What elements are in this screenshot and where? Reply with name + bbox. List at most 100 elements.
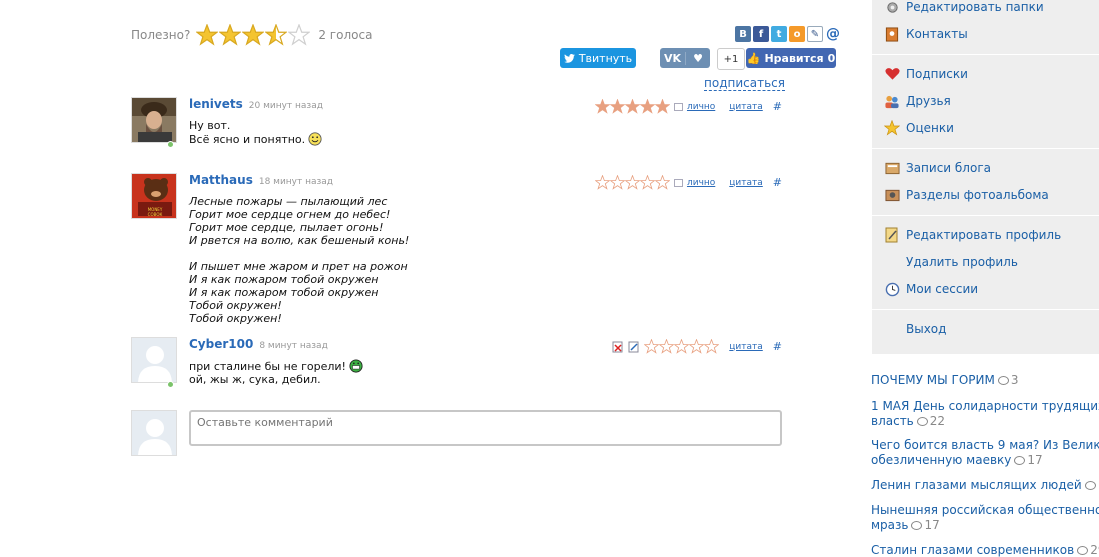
star-icon[interactable] (609, 175, 625, 190)
avatar[interactable] (131, 97, 177, 143)
star-icon[interactable] (689, 339, 705, 354)
star-icon[interactable] (624, 99, 640, 114)
related-post-title[interactable]: 1 МАЯ День солидарности трудящих (871, 399, 1099, 414)
sidebar-item-delete-profile[interactable]: Удалить профиль (884, 253, 1018, 271)
comment-line: И я как пожаром тобой окружен (189, 286, 379, 299)
twitter-icon[interactable]: t (771, 26, 787, 42)
sidebar-item-contacts[interactable]: Контакты (884, 25, 968, 43)
star-icon[interactable] (219, 24, 242, 46)
edit-icon[interactable] (628, 341, 640, 353)
facebook-like-button[interactable]: 👍 Нравится 0 (746, 48, 836, 68)
main-content: Полезно? 2 голоса B f t о ✎ @ Твитнуть V… (0, 0, 870, 557)
comment-bubble-icon (916, 417, 928, 426)
comment-rating-stars[interactable] (594, 99, 670, 114)
sidebar-item-subscriptions[interactable]: Подписки (884, 65, 968, 83)
star-icon[interactable] (644, 339, 660, 354)
related-post-title-cont[interactable]: власть (871, 414, 914, 428)
sidebar-item-edit-profile[interactable]: Редактировать профиль (884, 226, 1061, 244)
star-icon[interactable] (659, 339, 675, 354)
sidebar-item-blog[interactable]: Записи блога (884, 159, 991, 177)
permalink[interactable]: # (773, 176, 782, 189)
star-icon[interactable] (594, 175, 610, 190)
related-post-title-cont[interactable]: обезличенную маевку (871, 453, 1011, 467)
related-post[interactable]: ПОЧЕМУ МЫ ГОРИМ 3 (871, 373, 1099, 388)
rating-stars[interactable] (196, 24, 311, 46)
star-icon[interactable] (654, 175, 670, 190)
sidebar-item-ratings[interactable]: Оценки (884, 119, 954, 137)
facebook-icon[interactable]: f (753, 26, 769, 42)
related-post[interactable]: 1 МАЯ День солидарности трудящих власть 2… (871, 399, 1099, 429)
sidebar-item-label: Контакты (906, 27, 968, 41)
comment-actions: лично цитата # (594, 175, 782, 190)
vk-icon[interactable]: B (735, 26, 751, 42)
quote-link[interactable]: цитата (729, 102, 763, 112)
star-icon[interactable] (242, 24, 265, 46)
avatar[interactable] (131, 337, 177, 383)
author-name[interactable]: lenivets (189, 97, 243, 111)
tweet-button[interactable]: Твитнуть (560, 48, 636, 68)
comment-line: ой, жы ж, сука, дебил. (189, 373, 321, 386)
comment-line: Тобой окружен! (189, 299, 282, 312)
clock-icon (884, 281, 900, 297)
comment-line: И рвется на волю, как бешеный конь! (189, 234, 410, 247)
related-post-title-cont[interactable]: мразь (871, 518, 908, 532)
star-icon[interactable] (654, 99, 670, 114)
related-post[interactable]: Сталин глазами современников 29 (871, 543, 1099, 557)
sidebar-item-sessions[interactable]: Мои сессии (884, 280, 978, 298)
vk-logo: VK (660, 51, 686, 65)
star-icon[interactable] (196, 24, 219, 46)
comment-count: 17 (924, 518, 940, 532)
sidebar-item-label: Записи блога (906, 161, 991, 175)
comment-author[interactable]: Matthaus 18 минут назад (189, 173, 333, 187)
quote-link[interactable]: цитата (729, 178, 763, 188)
comment-rating-stars[interactable] (644, 339, 720, 354)
permalink[interactable]: # (773, 340, 782, 353)
mail-icon[interactable]: @ (825, 26, 841, 42)
star-icon[interactable] (639, 99, 655, 114)
article-rating: Полезно? 2 голоса (131, 23, 372, 47)
comment-input[interactable] (189, 410, 782, 446)
sidebar-item-photo-album[interactable]: Разделы фотоальбома (884, 186, 1049, 204)
sidebar-item-edit-folders[interactable]: Редактировать папки (884, 0, 1044, 16)
quote-link[interactable]: цитата (729, 342, 763, 352)
star-icon[interactable] (624, 175, 640, 190)
comment-text: Лесные пожары — пылающий лес Горит мое с… (189, 195, 409, 325)
comment-rating-stars[interactable] (594, 175, 670, 190)
star-icon[interactable] (594, 99, 610, 114)
star-icon[interactable] (265, 24, 288, 46)
comment-author[interactable]: lenivets 20 минут назад (189, 97, 323, 111)
related-post-title[interactable]: Сталин глазами современников (871, 543, 1074, 557)
related-post[interactable]: Нынешняя российская общественно мразь 17 (871, 503, 1099, 533)
private-link[interactable]: лично (687, 102, 715, 112)
comment-item: Cyber100 8 минут назад цитата # при стали… (131, 337, 782, 397)
private-link[interactable]: лично (687, 178, 715, 188)
author-name[interactable]: Matthaus (189, 173, 253, 187)
star-icon[interactable] (674, 339, 690, 354)
sidebar-item-logout[interactable]: Выход (884, 320, 946, 338)
avatar[interactable]: MONEY СОВОК (131, 173, 177, 219)
subscribe-link[interactable]: подписаться (704, 76, 785, 91)
photo-album-icon (884, 187, 900, 203)
author-name[interactable]: Cyber100 (189, 337, 253, 351)
permalink[interactable]: # (773, 100, 782, 113)
like-count: 0 (827, 51, 836, 65)
related-post[interactable]: Чего боится власть 9 мая? Из Велик обезл… (871, 438, 1099, 468)
odnoklassniki-icon[interactable]: о (789, 26, 805, 42)
comment-author[interactable]: Cyber100 8 минут назад (189, 337, 328, 351)
related-post-title[interactable]: Чего боится власть 9 мая? Из Велик (871, 438, 1099, 453)
star-icon[interactable] (639, 175, 655, 190)
star-icon[interactable] (288, 24, 311, 46)
star-icon[interactable] (704, 339, 720, 354)
sidebar-item-friends[interactable]: Друзья (884, 92, 951, 110)
related-post[interactable]: Ленин глазами мыслящих людей1 (871, 478, 1099, 493)
related-post-title[interactable]: Ленин глазами мыслящих людей (871, 478, 1082, 492)
livejournal-icon[interactable]: ✎ (807, 26, 823, 42)
related-post-title[interactable]: ПОЧЕМУ МЫ ГОРИМ (871, 373, 995, 387)
related-post-title[interactable]: Нынешняя российская общественно (871, 503, 1099, 518)
delete-icon[interactable] (612, 341, 624, 353)
vk-like-button[interactable]: VK ♥ (660, 48, 710, 68)
plus-one-button[interactable]: +1 (717, 48, 745, 70)
add-comment (131, 410, 782, 456)
online-indicator (167, 141, 174, 148)
star-icon[interactable] (609, 99, 625, 114)
